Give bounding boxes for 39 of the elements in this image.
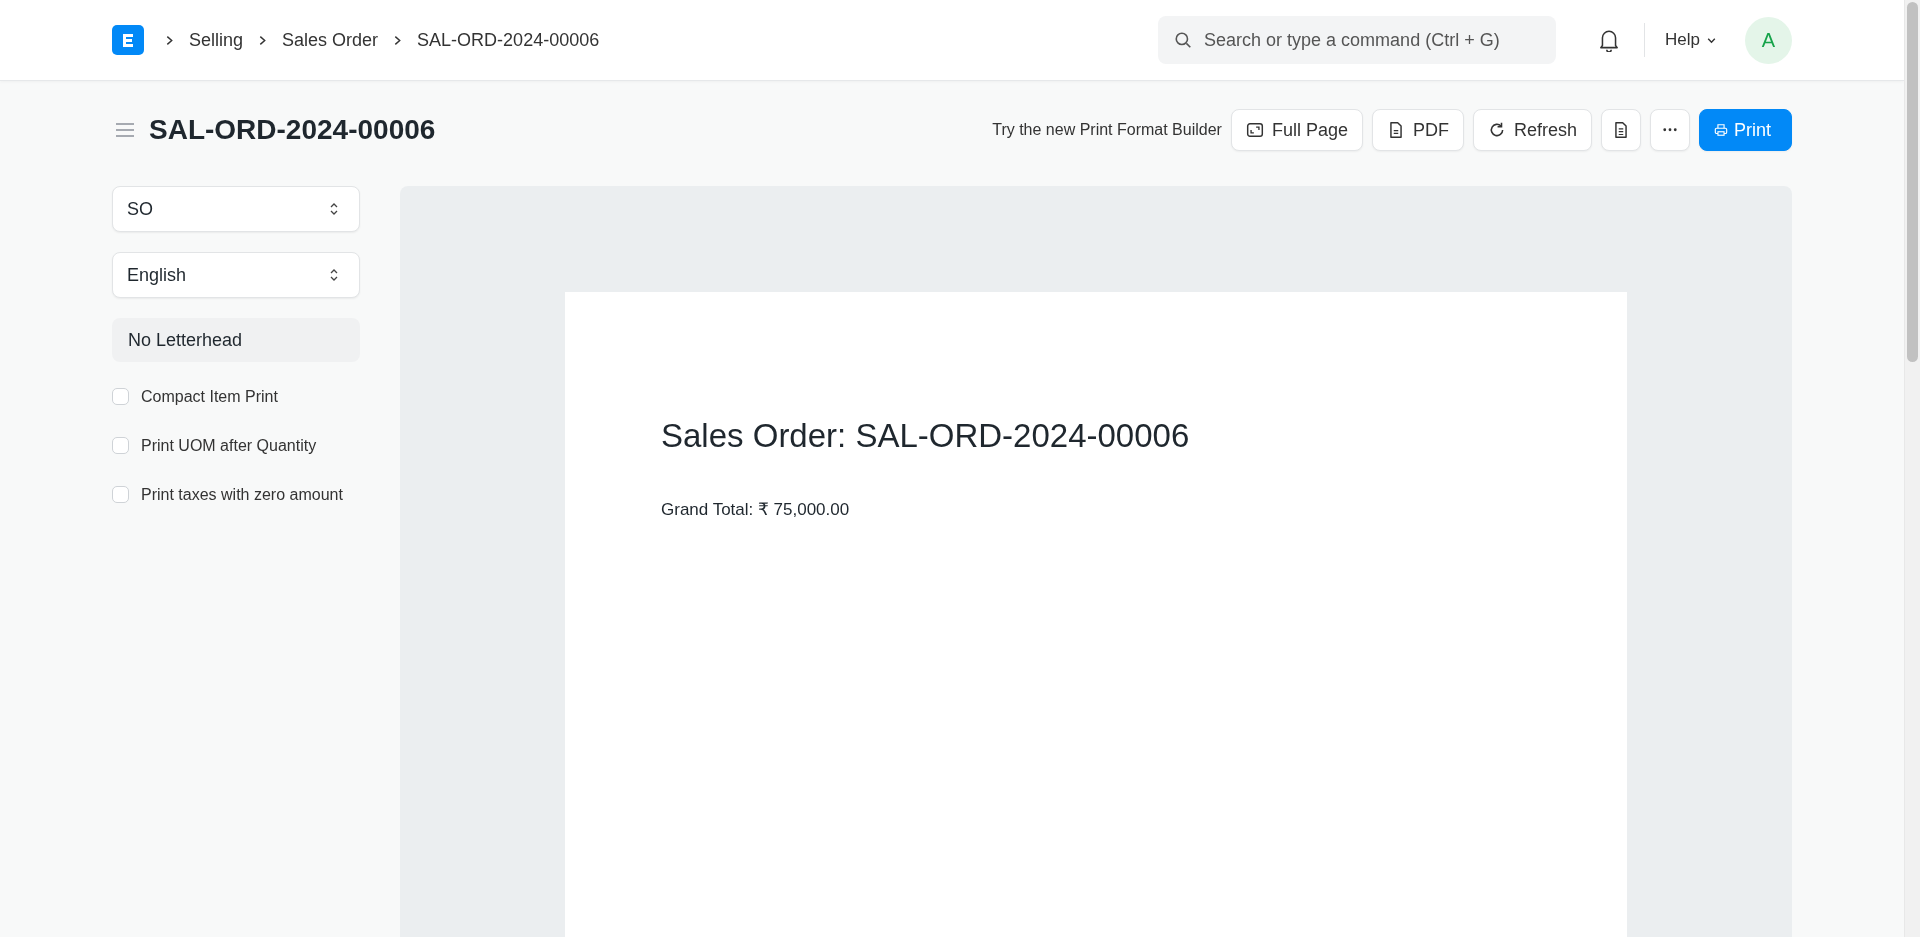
chevron-right-icon	[392, 34, 404, 46]
letterhead-field[interactable]: No Letterhead	[112, 318, 360, 362]
full-page-button[interactable]: Full Page	[1230, 109, 1363, 151]
checkbox[interactable]	[112, 486, 129, 503]
up-down-chevron-icon	[329, 267, 339, 283]
grand-total-text: Grand Total: ₹ 75,000.00	[661, 499, 851, 520]
checkbox[interactable]	[112, 437, 129, 454]
document-icon	[1612, 121, 1630, 139]
pdf-button[interactable]: PDF	[1371, 109, 1464, 151]
checkbox-label: Print UOM after Quantity	[141, 436, 317, 455]
document-button[interactable]	[1601, 109, 1641, 151]
printer-icon	[1714, 123, 1728, 137]
checkbox-label: Compact Item Print	[141, 387, 278, 406]
scrollbar[interactable]	[1904, 0, 1920, 937]
print-button[interactable]: Print	[1699, 109, 1792, 151]
checkbox-label: Print taxes with zero amount	[141, 485, 343, 504]
menu-icon[interactable]	[115, 122, 135, 138]
more-button[interactable]	[1650, 109, 1690, 151]
document-heading: Sales Order: SAL-ORD-2024-00006	[661, 417, 1191, 455]
refresh-button[interactable]: Refresh	[1472, 109, 1592, 151]
checkbox[interactable]	[112, 388, 129, 405]
notification-bell-icon[interactable]	[1598, 28, 1621, 52]
breadcrumb-link[interactable]: SAL-ORD-2024-00006	[417, 29, 600, 51]
select-field[interactable]: English	[112, 252, 360, 298]
scrollbar-thumb[interactable]	[1907, 2, 1918, 362]
search-icon	[1174, 31, 1193, 49]
print-format-builder-link[interactable]: Try the new Print Format Builder	[992, 121, 1222, 139]
chevron-right-icon	[257, 34, 269, 46]
breadcrumb-link[interactable]: Selling	[189, 29, 244, 51]
chevron-right-icon	[164, 34, 175, 46]
more-icon	[1663, 128, 1677, 132]
page-title: SAL-ORD-2024-00006	[149, 114, 436, 146]
select-field[interactable]: SO	[112, 186, 360, 232]
help-dropdown[interactable]: Help	[1665, 30, 1717, 50]
app-logo-icon[interactable]	[112, 25, 144, 55]
up-down-chevron-icon	[329, 201, 339, 217]
breadcrumb-link[interactable]: Sales Order	[282, 29, 379, 51]
expand-icon	[1245, 121, 1264, 139]
search-field[interactable]: Search or type a command (Ctrl + G)	[1158, 16, 1557, 64]
